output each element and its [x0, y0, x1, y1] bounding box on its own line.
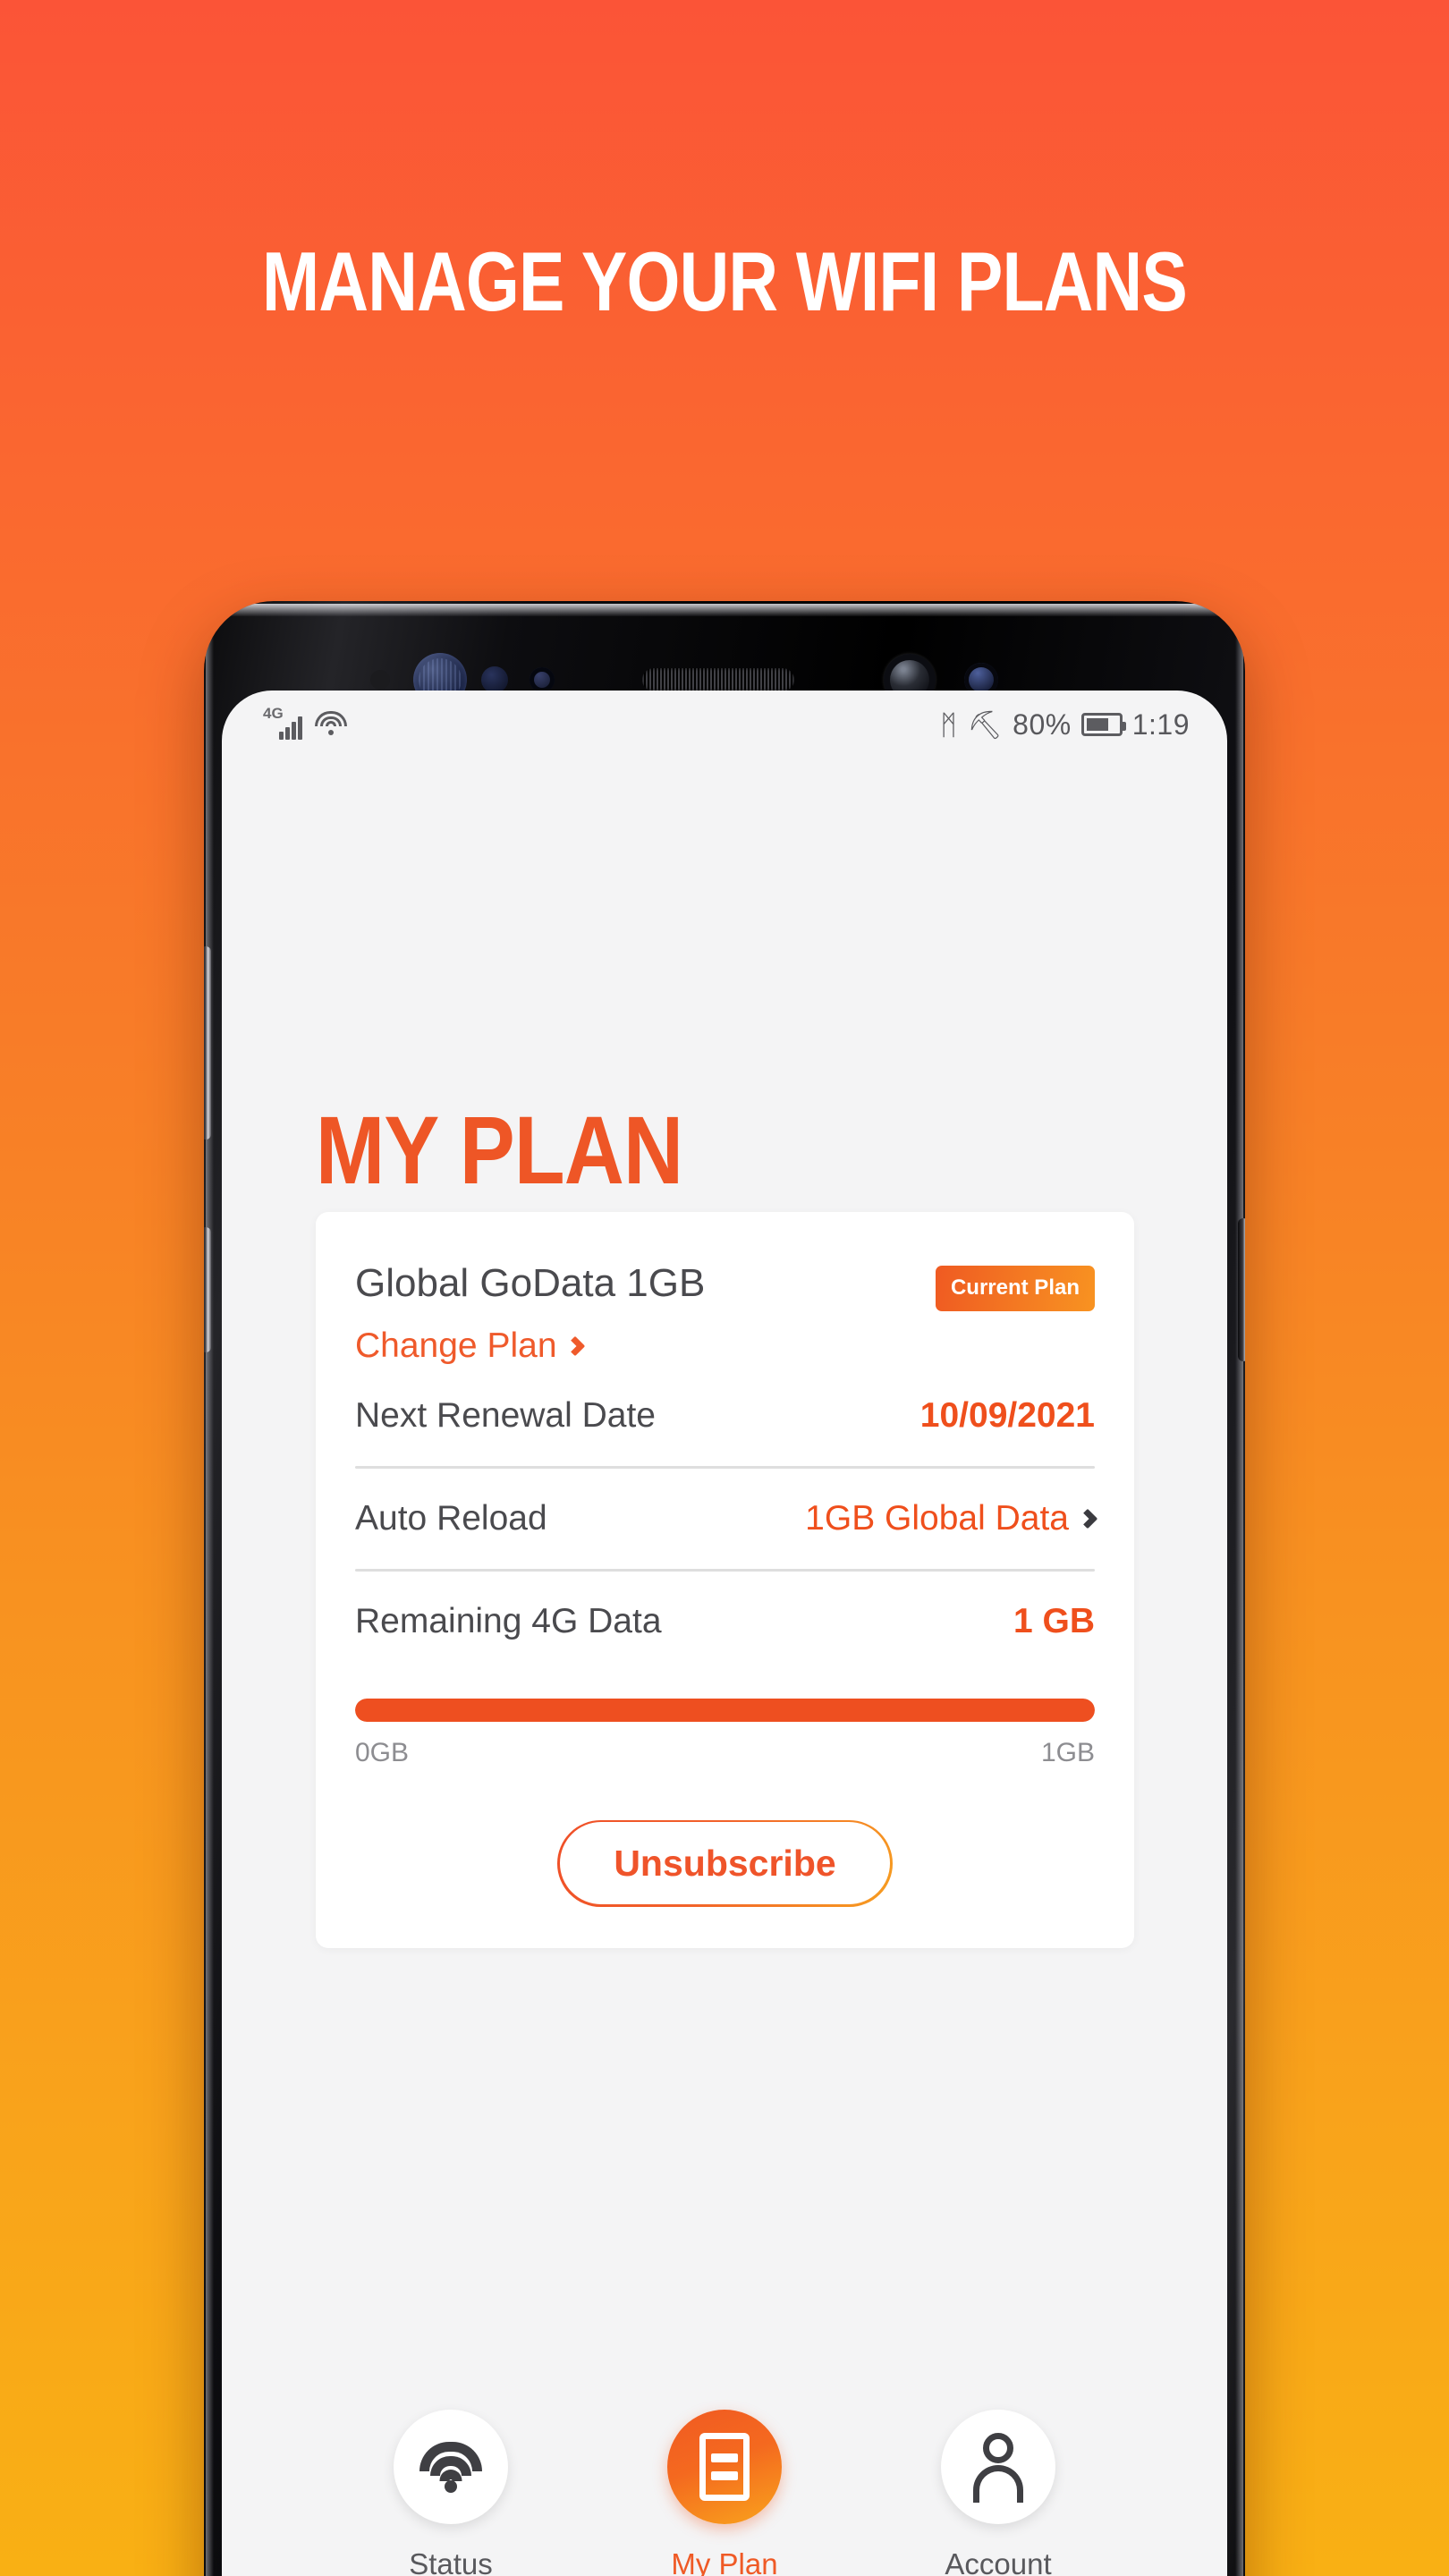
bluetooth-icon: ᛗ — [940, 708, 958, 741]
promo-headline: MANAGE YOUR WIFI PLANS — [262, 234, 1188, 328]
nav-item-account[interactable]: Account — [904, 2410, 1092, 2576]
nav-icon-circle — [667, 2410, 782, 2524]
wifi-icon — [419, 2442, 483, 2493]
usage-max-label: 1GB — [1040, 1737, 1095, 1767]
battery-percent-label: 80% — [1013, 708, 1072, 741]
status-bar-left: 4G — [263, 706, 348, 740]
promo-screenshot: MANAGE YOUR WIFI PLANS 4G ᛗ ⛏ 80% 1:19 M… — [0, 0, 1449, 2576]
volume-rocker-button[interactable] — [204, 946, 211, 1140]
change-plan-label: Change Plan — [355, 1326, 557, 1365]
phone-right-rim — [1235, 637, 1243, 2576]
power-button[interactable] — [1238, 1218, 1245, 1361]
data-usage-progress-fill — [355, 1698, 1095, 1722]
phone-screen: 4G ᛗ ⛏ 80% 1:19 MY PLAN Global GoData 1G… — [222, 691, 1227, 2576]
bottom-navigation-bar: Status My Plan Account — [222, 2390, 1227, 2576]
auto-reload-value: 1GB Global Data — [805, 1498, 1069, 1538]
proximity-sensor-icon — [370, 670, 390, 690]
row-label: Remaining 4G Data — [355, 1601, 662, 1640]
row-auto-reload[interactable]: Auto Reload 1GB Global Data — [355, 1469, 1098, 1569]
status-bar: 4G ᛗ ⛏ 80% 1:19 — [222, 691, 1227, 758]
signal-bars-icon: 4G — [263, 706, 304, 740]
phone-device-frame: 4G ᛗ ⛏ 80% 1:19 MY PLAN Global GoData 1G… — [204, 601, 1245, 2576]
unsubscribe-label: Unsubscribe — [614, 1842, 836, 1884]
row-label: Auto Reload — [355, 1498, 547, 1538]
battery-icon — [1080, 713, 1126, 736]
person-icon — [970, 2433, 1026, 2503]
unsubscribe-row: Unsubscribe — [355, 1819, 1095, 1907]
light-sensor-icon — [481, 666, 508, 693]
ir-sensor-icon — [530, 667, 555, 692]
row-value: 10/09/2021 — [919, 1395, 1095, 1435]
row-next-renewal-date: Next Renewal Date 10/09/2021 — [355, 1366, 1095, 1466]
plan-name: Global GoData 1GB — [355, 1261, 706, 1305]
nav-icon-circle — [941, 2410, 1055, 2524]
data-usage-progress-bar — [355, 1698, 1095, 1722]
page-title: MY PLAN — [315, 1096, 683, 1204]
status-badge: Current Plan — [935, 1266, 1095, 1311]
chevron-right-icon — [1077, 1508, 1098, 1530]
data-usage-scale-labels: 0GB 1GB — [355, 1738, 1095, 1768]
assistant-button[interactable] — [204, 1227, 211, 1352]
row-label: Next Renewal Date — [355, 1395, 656, 1435]
wifi-icon — [314, 711, 348, 738]
nav-label: My Plan — [671, 2547, 778, 2576]
phone-top-rim — [220, 604, 1229, 616]
nav-item-my-plan[interactable]: My Plan — [631, 2410, 818, 2576]
nav-item-status[interactable]: Status — [357, 2410, 545, 2576]
row-value: 1GB Global Data — [805, 1498, 1098, 1538]
row-remaining-data: Remaining 4G Data 1 GB — [355, 1572, 1095, 1672]
signal-bars-glyph — [279, 716, 304, 740]
status-bar-right: ᛗ ⛏ 80% 1:19 — [940, 708, 1190, 741]
phone-left-rim — [206, 637, 214, 2576]
nav-label: Account — [945, 2547, 1052, 2576]
mute-icon: ⛏ — [967, 708, 1004, 741]
unsubscribe-button[interactable]: Unsubscribe — [557, 1819, 893, 1907]
earpiece-speaker-icon — [642, 668, 794, 691]
nav-icon-circle — [394, 2410, 508, 2524]
row-value: 1 GB — [1013, 1601, 1095, 1640]
document-icon — [699, 2433, 750, 2501]
change-plan-link[interactable]: Change Plan — [355, 1326, 1095, 1366]
plan-card-header: Global GoData 1GB Current Plan — [355, 1261, 1095, 1311]
usage-min-label: 0GB — [355, 1737, 410, 1767]
nav-label: Status — [409, 2547, 493, 2576]
chevron-right-icon — [564, 1336, 585, 1357]
plan-card: Global GoData 1GB Current Plan Change Pl… — [316, 1212, 1134, 1948]
clock-label: 1:19 — [1131, 708, 1190, 741]
